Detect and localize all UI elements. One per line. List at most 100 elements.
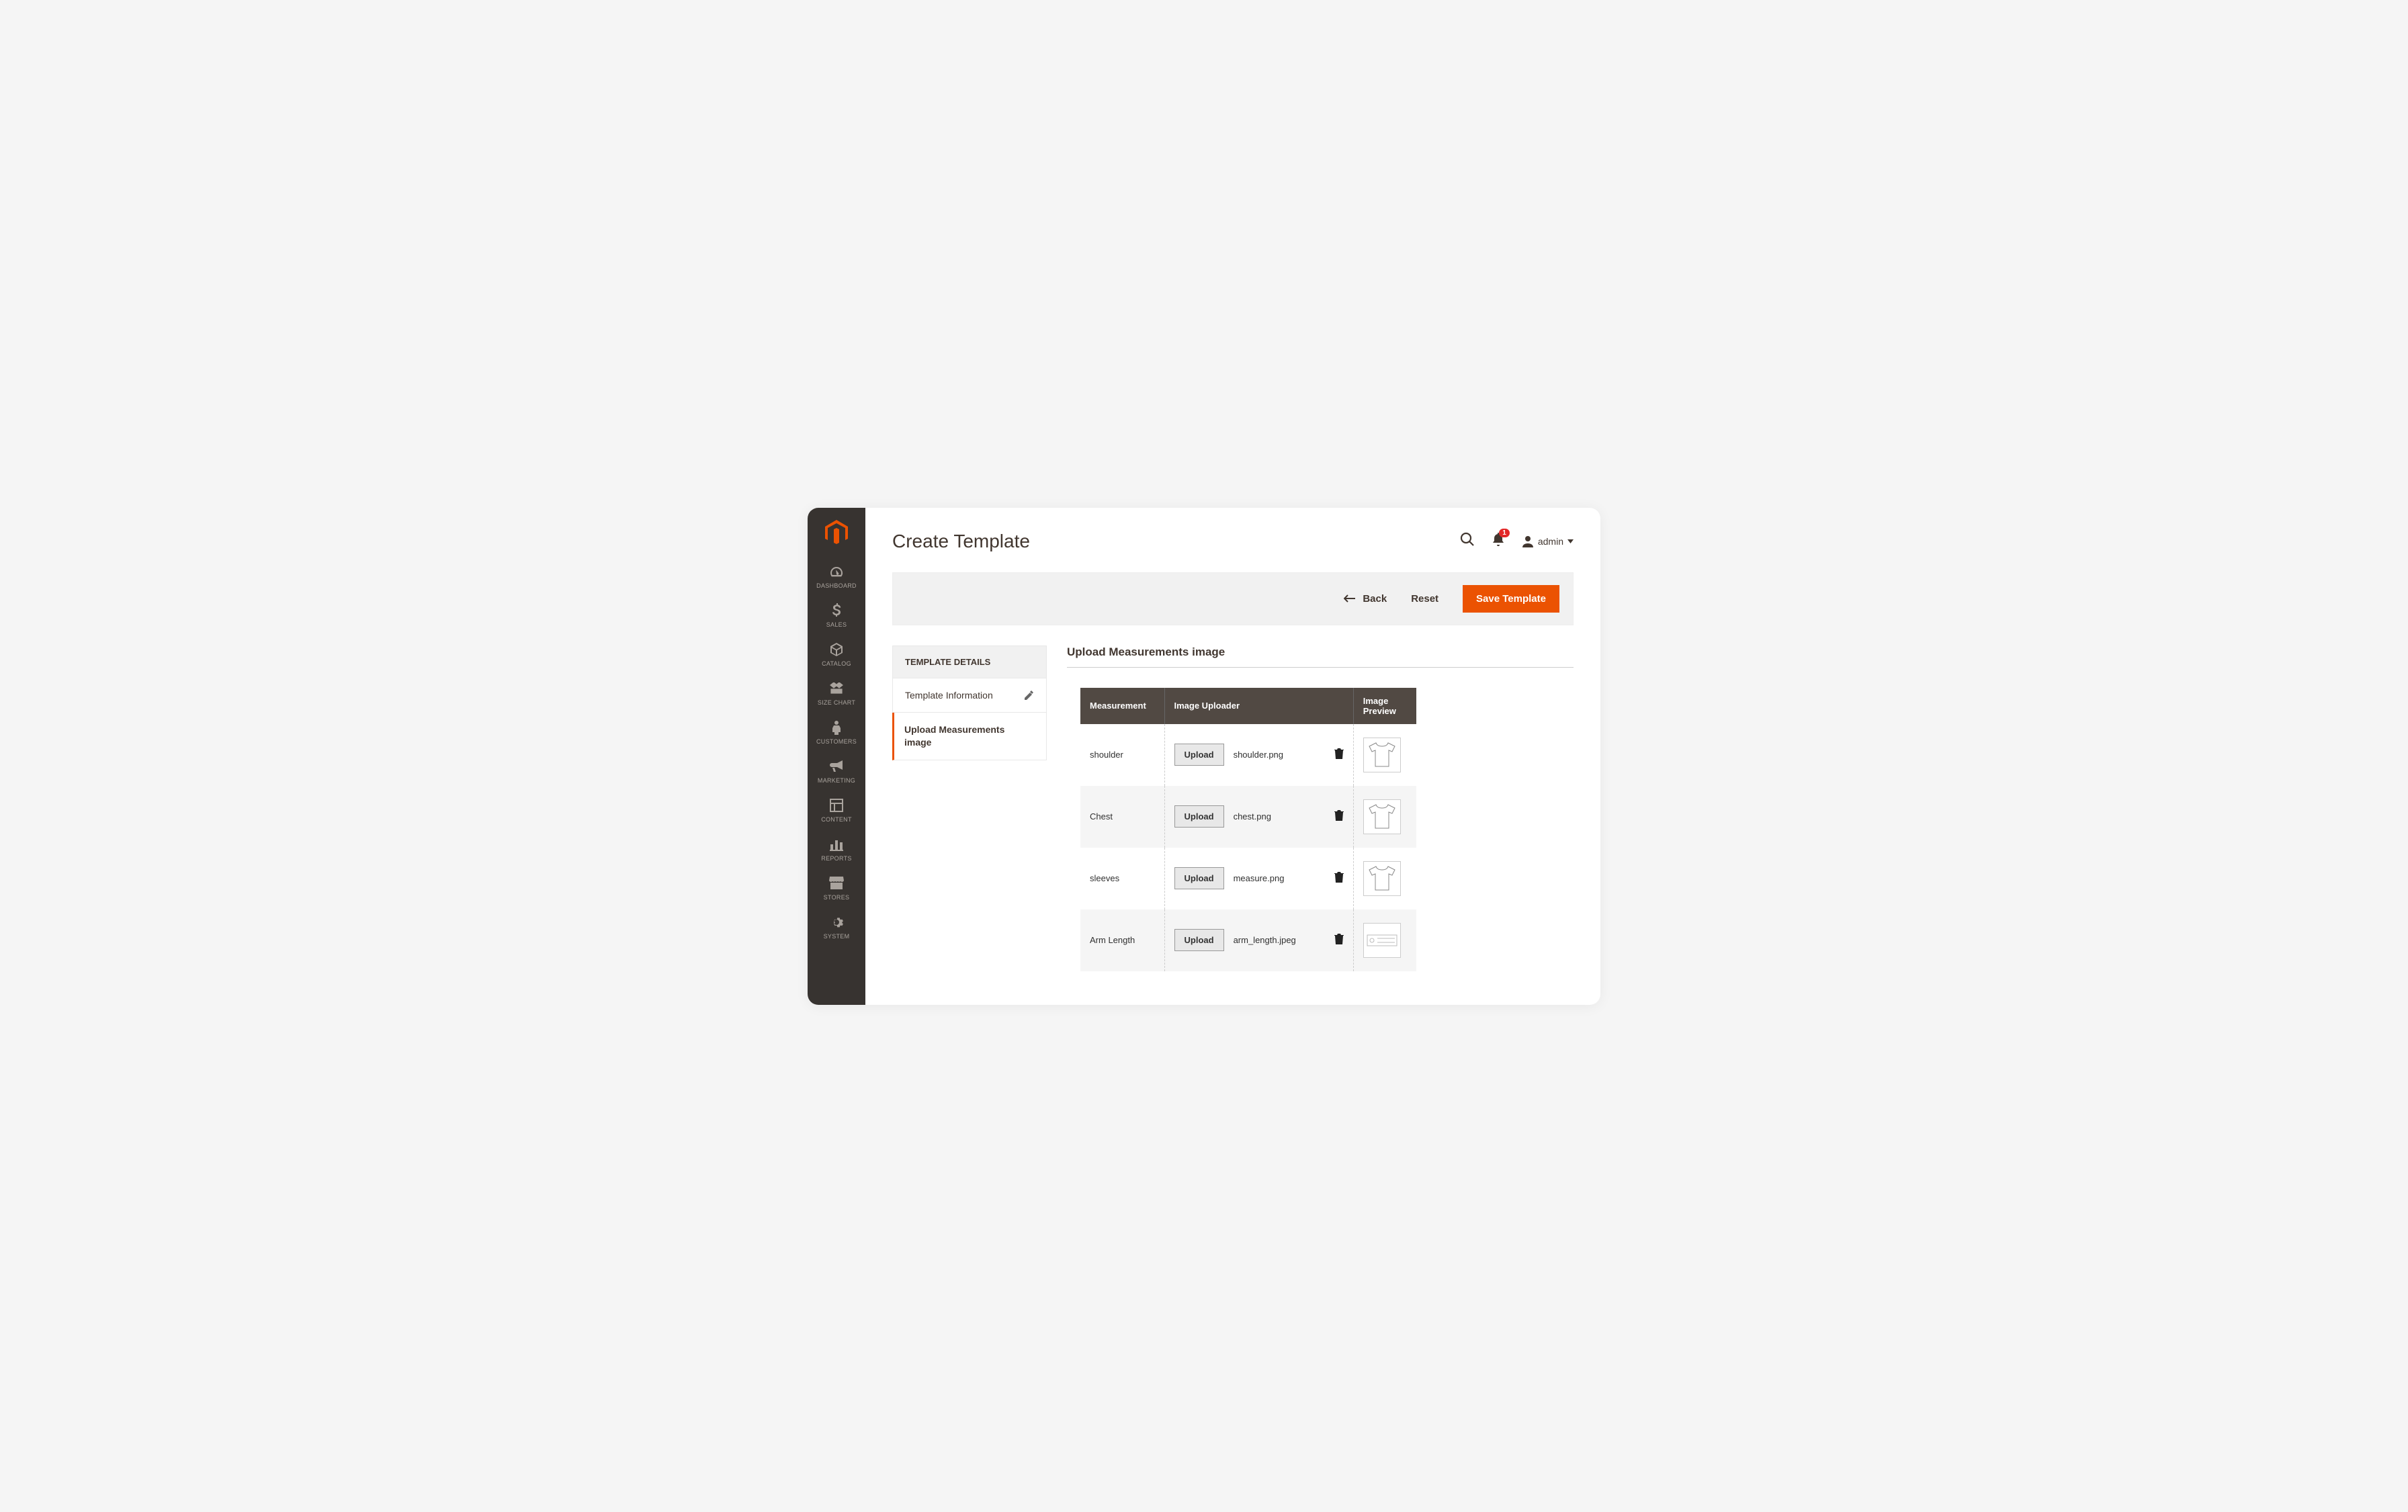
back-button[interactable]: Back [1344, 593, 1387, 605]
nav-label: MARKETING [818, 777, 855, 784]
nav-sales[interactable]: SALES [808, 603, 865, 628]
content: TEMPLATE DETAILS Template Information Up… [865, 625, 1600, 1005]
delete-button[interactable] [1334, 748, 1344, 761]
panel-item-upload-measurements[interactable]: Upload Measurements image [892, 713, 1047, 760]
page-title: Create Template [892, 531, 1030, 552]
cell-uploader: Upload measure.png [1164, 848, 1353, 909]
nav-label: SIZE CHART [818, 699, 855, 706]
notifications-button[interactable]: 1 [1492, 533, 1504, 549]
action-bar: Back Reset Save Template [892, 572, 1574, 625]
topbar: Create Template 1 admin [865, 508, 1600, 564]
main: Create Template 1 admin Back [865, 508, 1600, 1005]
delete-button[interactable] [1334, 934, 1344, 946]
nav-label: REPORTS [821, 855, 851, 862]
nav-system[interactable]: SYSTEM [808, 914, 865, 940]
reset-label: Reset [1411, 593, 1438, 605]
ruler-icon [829, 680, 844, 697]
trash-icon [1334, 810, 1344, 821]
dollar-icon [832, 603, 841, 619]
nav-label: SYSTEM [824, 933, 850, 940]
megaphone-icon [829, 758, 844, 774]
filename: shoulder.png [1234, 750, 1325, 760]
nav-marketing[interactable]: MARKETING [808, 758, 865, 784]
side-panel: TEMPLATE DETAILS Template Information Up… [892, 646, 1047, 991]
sidebar: DASHBOARD SALES CATALOG SIZE CHART CUSTO… [808, 508, 865, 1005]
main-content: Upload Measurements image Measurement Im… [1067, 646, 1574, 991]
trash-icon [1334, 748, 1344, 759]
gear-icon [830, 914, 843, 930]
gauge-icon [829, 564, 844, 580]
image-preview [1363, 799, 1401, 834]
back-label: Back [1363, 593, 1387, 605]
user-menu[interactable]: admin [1522, 535, 1574, 547]
upload-button[interactable]: Upload [1174, 929, 1224, 951]
trash-icon [1334, 872, 1344, 883]
nav-catalog[interactable]: CATALOG [808, 641, 865, 667]
nav-dashboard[interactable]: DASHBOARD [808, 564, 865, 589]
filename: arm_length.jpeg [1234, 935, 1325, 945]
nav-label: CONTENT [821, 816, 852, 823]
panel-item-template-information[interactable]: Template Information [892, 678, 1047, 713]
col-measurement: Measurement [1080, 688, 1164, 724]
nav-size-chart[interactable]: SIZE CHART [808, 680, 865, 706]
image-preview [1363, 861, 1401, 896]
cell-uploader: Upload arm_length.jpeg [1164, 909, 1353, 971]
nav-customers[interactable]: CUSTOMERS [808, 719, 865, 745]
person-icon [832, 719, 841, 736]
image-preview [1363, 923, 1401, 958]
reset-button[interactable]: Reset [1411, 593, 1438, 605]
upload-button[interactable]: Upload [1174, 805, 1224, 828]
upload-button[interactable]: Upload [1174, 744, 1224, 766]
layout-icon [830, 797, 843, 813]
app-window: DASHBOARD SALES CATALOG SIZE CHART CUSTO… [808, 508, 1600, 1005]
delete-button[interactable] [1334, 872, 1344, 885]
measurements-table: Measurement Image Uploader Image Preview… [1080, 688, 1416, 971]
cell-measurement: shoulder [1080, 724, 1164, 786]
pencil-icon [1025, 691, 1034, 700]
cell-preview [1353, 909, 1416, 971]
search-icon [1460, 532, 1475, 547]
user-name: admin [1538, 536, 1563, 547]
col-image-preview: Image Preview [1353, 688, 1416, 724]
cell-measurement: Arm Length [1080, 909, 1164, 971]
magento-logo[interactable] [825, 520, 848, 549]
cell-uploader: Upload chest.png [1164, 786, 1353, 848]
nav-label: STORES [824, 894, 850, 901]
nav-label: DASHBOARD [816, 582, 857, 589]
delete-button[interactable] [1334, 810, 1344, 823]
cube-icon [829, 641, 844, 658]
panel-item-label: Template Information [905, 689, 993, 702]
cell-measurement: Chest [1080, 786, 1164, 848]
panel-item-label: Upload Measurements image [904, 723, 1034, 749]
cell-preview [1353, 848, 1416, 909]
nav-reports[interactable]: REPORTS [808, 836, 865, 862]
table-row: Chest Upload chest.png [1080, 786, 1416, 848]
user-icon [1522, 535, 1534, 547]
bars-icon [830, 836, 843, 852]
filename: chest.png [1234, 811, 1325, 821]
notification-badge: 1 [1499, 529, 1510, 537]
side-panel-header: TEMPLATE DETAILS [892, 646, 1047, 678]
nav-label: SALES [826, 621, 847, 628]
nav-content[interactable]: CONTENT [808, 797, 865, 823]
arrow-left-icon [1344, 594, 1356, 603]
upload-button[interactable]: Upload [1174, 867, 1224, 889]
nav-label: CATALOG [822, 660, 851, 667]
image-preview [1363, 738, 1401, 772]
nav-label: CUSTOMERS [816, 738, 857, 745]
section-title: Upload Measurements image [1067, 646, 1574, 668]
cell-preview [1353, 786, 1416, 848]
search-button[interactable] [1460, 532, 1475, 550]
col-image-uploader: Image Uploader [1164, 688, 1353, 724]
trash-icon [1334, 934, 1344, 944]
save-template-button[interactable]: Save Template [1463, 585, 1559, 613]
cell-preview [1353, 724, 1416, 786]
table-row: Arm Length Upload arm_length.jpeg [1080, 909, 1416, 971]
nav-stores[interactable]: STORES [808, 875, 865, 901]
table-row: shoulder Upload shoulder.png [1080, 724, 1416, 786]
filename: measure.png [1234, 873, 1325, 883]
cell-uploader: Upload shoulder.png [1164, 724, 1353, 786]
chevron-down-icon [1567, 539, 1574, 543]
top-actions: 1 admin [1460, 532, 1574, 550]
cell-measurement: sleeves [1080, 848, 1164, 909]
